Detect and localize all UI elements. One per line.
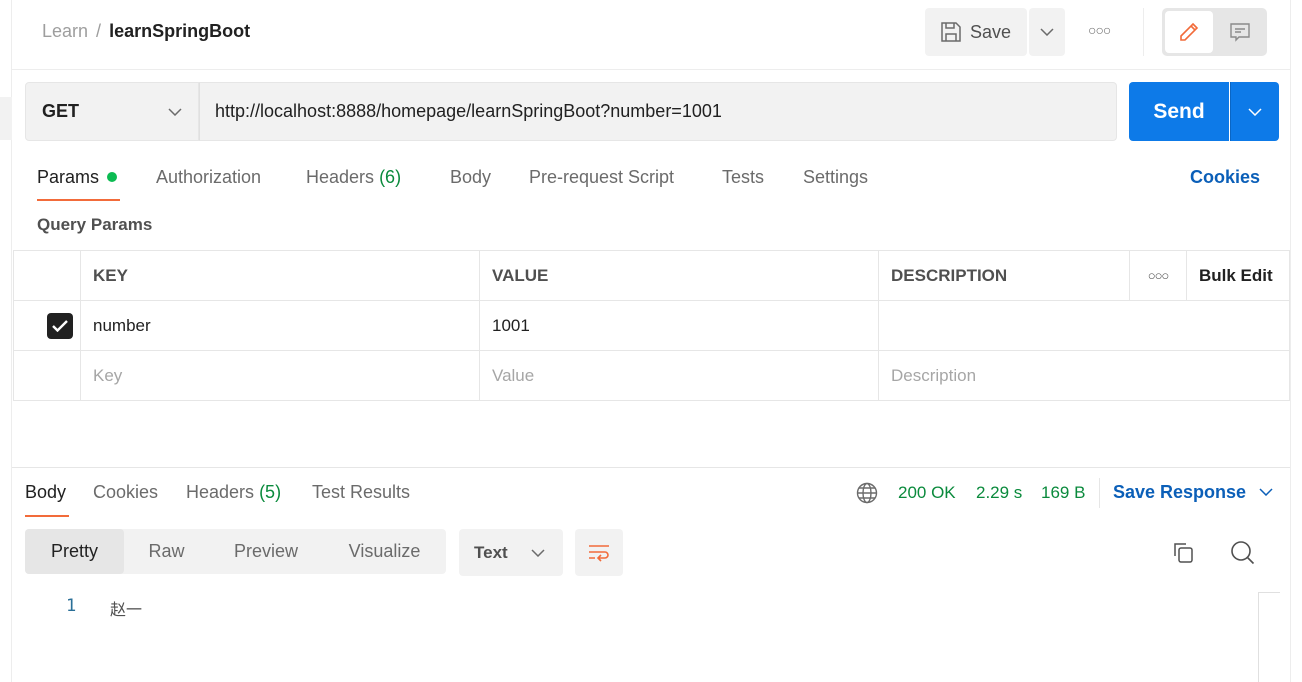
response-time[interactable]: 2.29 s <box>976 483 1022 503</box>
active-params-dot <box>107 172 118 182</box>
method-value: GET <box>42 101 80 121</box>
param-description[interactable] <box>878 300 1290 351</box>
param-key[interactable]: number <box>80 300 480 351</box>
more-horizontal-icon: ○○○ <box>1147 268 1170 283</box>
chevron-down-icon <box>1040 28 1054 36</box>
table-row-empty: Key Value Description <box>13 350 1290 401</box>
search-icon[interactable] <box>1230 540 1256 569</box>
row-checkbox[interactable] <box>47 312 73 339</box>
response-divider[interactable] <box>12 467 1290 468</box>
format-select[interactable]: Text <box>459 529 563 576</box>
checkmark-icon <box>52 319 68 332</box>
query-params-title: Query Params <box>37 215 153 234</box>
view-mode-pretty[interactable]: Pretty <box>25 529 124 574</box>
tab-params[interactable]: Params <box>37 167 118 188</box>
tab-tests[interactable]: Tests <box>722 167 764 188</box>
cookies-link[interactable]: Cookies <box>1190 167 1260 188</box>
response-body-line[interactable]: 赵一 <box>110 596 142 620</box>
bulk-edit-button[interactable]: Bulk Edit <box>1186 250 1290 301</box>
chevron-down-icon <box>1248 107 1262 116</box>
query-params-table: KEY VALUE DESCRIPTION ○○○ Bulk Edit numb… <box>13 250 1290 401</box>
more-options-button[interactable]: ○○○ <box>1088 22 1111 38</box>
table-options-button[interactable]: ○○○ <box>1129 250 1187 301</box>
wrap-lines-icon <box>589 544 609 562</box>
key-column-header: KEY <box>80 250 480 301</box>
send-dropdown-button[interactable] <box>1230 82 1279 141</box>
response-tab-cookies[interactable]: Cookies <box>93 482 158 503</box>
active-response-tab-indicator <box>25 515 69 517</box>
tab-prerequest-script[interactable]: Pre-request Script <box>529 167 674 188</box>
active-tab-indicator <box>37 199 120 201</box>
checkbox-column-header <box>13 250 81 301</box>
wrap-lines-button[interactable] <box>575 529 623 576</box>
pencil-icon <box>1180 22 1199 41</box>
view-mode-raw[interactable]: Raw <box>124 529 209 574</box>
header-divider <box>12 69 1290 70</box>
breadcrumb: Learn / learnSpringBoot <box>42 21 250 42</box>
more-horizontal-icon: ○○○ <box>1088 22 1111 38</box>
tab-headers[interactable]: Headers (6) <box>306 167 401 188</box>
row-checkbox-cell <box>13 300 81 351</box>
chevron-down-icon <box>1259 488 1273 497</box>
save-dropdown-button[interactable] <box>1029 8 1065 56</box>
globe-icon[interactable] <box>856 482 878 507</box>
headers-count: (6) <box>379 167 402 187</box>
save-button[interactable]: Save <box>925 8 1027 56</box>
save-label: Save <box>970 21 1012 42</box>
response-size[interactable]: 169 B <box>1041 483 1085 503</box>
tab-label: Headers <box>186 482 255 502</box>
tab-body[interactable]: Body <box>450 167 491 188</box>
response-tab-test-results[interactable]: Test Results <box>312 482 410 503</box>
tab-label: Headers <box>306 167 375 187</box>
format-value: Text <box>474 542 508 562</box>
url-input[interactable]: http://localhost:8888/homepage/learnSpri… <box>199 82 1117 141</box>
table-header-row: KEY VALUE DESCRIPTION ○○○ Bulk Edit <box>13 250 1290 301</box>
status-code[interactable]: 200 OK <box>898 483 956 503</box>
edit-mode-button[interactable] <box>1165 11 1213 53</box>
divider <box>1099 478 1100 508</box>
table-row: number 1001 <box>13 300 1290 351</box>
save-icon <box>941 22 961 42</box>
scrollbar-track[interactable] <box>1258 592 1280 682</box>
tab-settings[interactable]: Settings <box>803 167 868 188</box>
sidebar-selected-edge <box>0 97 12 140</box>
new-value-input[interactable]: Value <box>479 350 879 401</box>
new-key-input[interactable]: Key <box>80 350 480 401</box>
url-value: http://localhost:8888/homepage/learnSpri… <box>215 101 722 121</box>
tab-authorization[interactable]: Authorization <box>156 167 261 188</box>
right-divider <box>1290 0 1291 682</box>
breadcrumb-parent[interactable]: Learn <box>42 21 88 41</box>
chevron-down-icon <box>531 548 545 557</box>
value-column-header: VALUE <box>479 250 879 301</box>
divider <box>1143 8 1144 56</box>
chevron-down-icon <box>168 107 182 116</box>
save-response-button[interactable]: Save Response <box>1113 482 1273 503</box>
new-description-input[interactable]: Description <box>878 350 1290 401</box>
response-tab-body[interactable]: Body <box>25 482 66 503</box>
view-mode-preview[interactable]: Preview <box>209 529 323 574</box>
request-name[interactable]: learnSpringBoot <box>109 21 250 41</box>
empty-checkbox-cell <box>13 350 81 401</box>
comment-icon <box>1230 23 1250 42</box>
tab-label: Params <box>37 167 100 187</box>
view-mode-visualize[interactable]: Visualize <box>323 529 446 574</box>
line-number: 1 <box>66 596 77 616</box>
response-tab-headers[interactable]: Headers (5) <box>186 482 281 503</box>
copy-icon[interactable] <box>1171 541 1195 568</box>
param-value[interactable]: 1001 <box>479 300 879 351</box>
save-response-label: Save Response <box>1113 482 1247 502</box>
description-column-header: DESCRIPTION <box>878 250 1130 301</box>
method-select[interactable]: GET <box>25 82 199 141</box>
headers-count: (5) <box>259 482 282 502</box>
comments-button[interactable] <box>1216 11 1264 53</box>
send-button[interactable]: Send <box>1129 82 1229 141</box>
breadcrumb-separator: / <box>96 21 102 41</box>
